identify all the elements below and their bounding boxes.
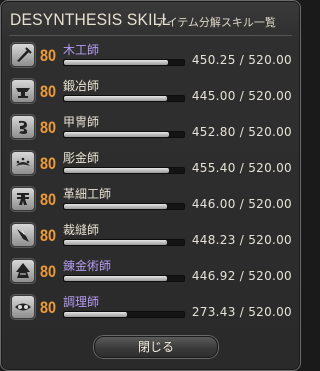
skill-progress-bar	[63, 239, 185, 246]
skill-row: 80 甲冑師 452.80 / 520.00	[1, 111, 302, 147]
armorer-icon	[11, 115, 35, 139]
skill-row: 80 彫金師 455.40 / 520.00	[1, 147, 302, 183]
skill-progress-fill	[64, 132, 169, 137]
job-name: 革細工師	[63, 187, 112, 201]
skill-value: 448.23 / 520.00	[191, 233, 292, 247]
culinarian-icon	[11, 295, 35, 319]
alchemist-icon	[11, 259, 35, 283]
skill-row: 80 調理師 273.43 / 520.00	[1, 291, 302, 327]
title-divider	[9, 35, 292, 36]
skill-row: 80 裁縫師 448.23 / 520.00	[1, 219, 302, 255]
skill-progress-fill	[64, 240, 168, 245]
job-level: 80	[40, 298, 57, 317]
skill-progress-fill	[64, 168, 170, 173]
skill-value: 446.00 / 520.00	[191, 197, 292, 211]
skill-value: 452.80 / 520.00	[191, 125, 292, 139]
desynthesis-skill-window: DESYNTHESIS SKILL アイテム分解スキル一覧 80 木工師 450.2…	[0, 0, 301, 371]
skill-progress-fill	[64, 312, 128, 317]
job-name: 錬金術師	[63, 259, 112, 273]
window-title: DESYNTHESIS SKILL	[10, 10, 171, 29]
close-button[interactable]: 閉じる	[94, 336, 218, 358]
job-level: 80	[40, 154, 57, 173]
goldsmith-icon	[11, 151, 35, 175]
skill-row: 80 鍛冶師 445.00 / 520.00	[1, 75, 302, 111]
skill-progress-bar	[63, 203, 185, 210]
leatherworker-icon	[11, 187, 35, 211]
job-name: 鍛冶師	[63, 79, 100, 93]
skill-value: 450.25 / 520.00	[191, 53, 292, 67]
skill-progress-fill	[64, 60, 168, 65]
job-level: 80	[40, 82, 57, 101]
job-level: 80	[40, 46, 57, 65]
skill-progress-bar	[63, 95, 185, 102]
skill-value: 455.40 / 520.00	[191, 161, 292, 175]
skill-value: 445.00 / 520.00	[191, 89, 292, 103]
weaver-icon	[11, 223, 35, 247]
job-name: 甲冑師	[63, 115, 100, 129]
skill-row: 80 革細工師 446.00 / 520.00	[1, 183, 302, 219]
job-name: 彫金師	[63, 151, 100, 165]
skill-progress-bar	[63, 311, 185, 318]
blacksmith-icon	[11, 79, 35, 103]
job-level: 80	[40, 118, 57, 137]
skill-progress-bar	[63, 59, 185, 66]
carpenter-icon	[11, 43, 35, 67]
skill-list: 80 木工師 450.25 / 520.00 80 鍛冶師 445.00 / 520.00…	[1, 39, 302, 327]
job-name: 調理師	[63, 295, 100, 309]
skill-value: 273.43 / 520.00	[191, 305, 292, 319]
job-level: 80	[40, 190, 57, 209]
window-subtitle: アイテム分解スキル一覧	[156, 16, 276, 29]
skill-progress-fill	[64, 276, 168, 281]
skill-value: 446.92 / 520.00	[191, 269, 292, 283]
skill-progress-bar	[63, 275, 185, 282]
job-level: 80	[40, 262, 57, 281]
job-name: 裁縫師	[63, 223, 100, 237]
skill-row: 80 錬金術師 446.92 / 520.00	[1, 255, 302, 291]
skill-progress-fill	[64, 204, 167, 209]
job-name: 木工師	[63, 43, 100, 57]
skill-row: 80 木工師 450.25 / 520.00	[1, 39, 302, 75]
skill-progress-bar	[63, 131, 185, 138]
skill-progress-fill	[64, 96, 167, 101]
job-level: 80	[40, 226, 57, 245]
skill-progress-bar	[63, 167, 185, 174]
